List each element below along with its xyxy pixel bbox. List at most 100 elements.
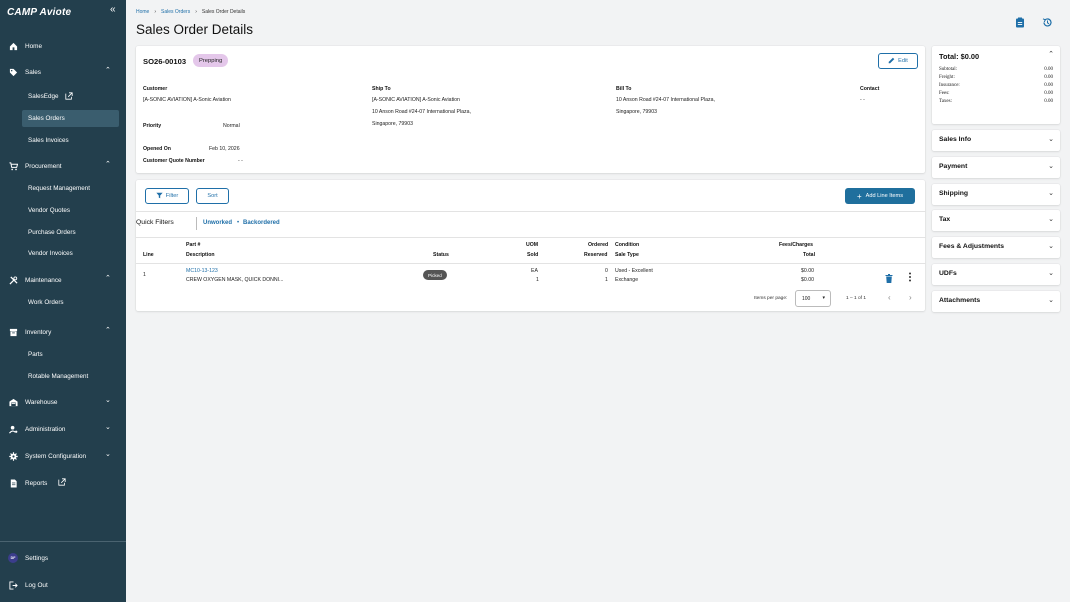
totals-row-fees: Fees: 0.00 — [939, 91, 1053, 96]
panel-title: Fees & Adjustments — [939, 243, 1005, 250]
cell-reserved: 1 — [605, 277, 608, 283]
sidebar-item-purchase-orders[interactable]: Purchase Orders — [22, 224, 119, 241]
sidebar-item-maintenance[interactable]: Maintenance ⌃ — [0, 271, 126, 289]
quick-filter-backordered[interactable]: Backordered — [243, 220, 280, 226]
sidebar-item-sales[interactable]: Sales ⌃ — [0, 63, 126, 81]
ship-to-line: Singapore, 79903 — [372, 121, 413, 127]
add-line-items-button[interactable]: + Add Line Items — [845, 188, 915, 204]
sidebar-item-warehouse[interactable]: Warehouse ⌄ — [0, 393, 126, 411]
page-title: Sales Order Details — [136, 22, 254, 37]
sidebar-item-label: SalesEdge — [28, 93, 59, 100]
totals-title: Total: $0.00 — [939, 52, 980, 61]
collapse-sidebar-icon[interactable]: « — [110, 4, 116, 15]
quick-filters-divider — [196, 217, 197, 230]
breadcrumb-chevron-icon: › — [195, 9, 197, 15]
sidebar-item-work-orders[interactable]: Work Orders — [22, 294, 119, 311]
sidebar-item-system-configuration[interactable]: System Configuration ⌄ — [0, 447, 126, 465]
sidebar-item-settings[interactable]: DF Settings — [0, 549, 126, 567]
sidebar-item-label: Parts — [28, 351, 43, 358]
chevron-up-icon: ⌃ — [105, 161, 111, 168]
panel-attachments[interactable]: Attachments ⌄ — [932, 291, 1060, 312]
ship-to-line: 10 Anson Road #24-07 International Plaza… — [372, 109, 471, 115]
previous-page-icon[interactable]: ‹ — [888, 293, 891, 302]
breadcrumb-home[interactable]: Home — [136, 9, 149, 15]
sidebar-item-inventory[interactable]: Inventory ⌃ — [0, 323, 126, 341]
sidebar-item-label: Vendor Invoices — [28, 250, 73, 257]
sidebar-item-logout[interactable]: Log Out — [0, 576, 126, 594]
sidebar-item-rotable-management[interactable]: Rotable Management — [22, 368, 119, 385]
chevron-down-icon: ⌄ — [1048, 216, 1054, 223]
sidebar-item-sales-orders[interactable]: Sales Orders — [22, 110, 119, 127]
add-line-items-label: Add Line Items — [865, 193, 903, 199]
cell-line: 1 — [143, 272, 146, 278]
sidebar-item-request-management[interactable]: Request Management — [22, 180, 119, 197]
column-header-uom: UOM — [526, 242, 539, 248]
chevron-up-icon: ⌃ — [105, 275, 111, 282]
sidebar-item-label: Warehouse — [25, 398, 58, 406]
sidebar-item-administration[interactable]: Administration ⌄ — [0, 420, 126, 438]
delete-icon[interactable] — [885, 270, 893, 288]
customer-quote-label: Customer Quote Number — [143, 158, 205, 164]
ship-to-label: Ship To — [372, 86, 391, 92]
breadcrumb: Home › Sales Orders › Sales Order Detail… — [136, 9, 245, 15]
panel-tax[interactable]: Tax ⌄ — [932, 210, 1060, 231]
sidebar-item-label: Log Out — [25, 581, 48, 589]
cell-part-link[interactable]: MC10-13-123 — [186, 268, 218, 274]
items-per-page-select[interactable]: 100 ▾ — [795, 290, 831, 307]
sidebar-item-reports[interactable]: Reports — [0, 474, 126, 492]
chevron-down-icon: ⌄ — [1048, 136, 1054, 143]
priority-value: Normal — [223, 123, 240, 129]
panel-title: Tax — [939, 216, 951, 223]
gear-icon — [8, 451, 18, 461]
sidebar-item-sales-invoices[interactable]: Sales Invoices — [22, 132, 119, 149]
sidebar-item-label: Rotable Management — [28, 373, 89, 380]
sidebar-item-label: Vendor Quotes — [28, 207, 71, 214]
pencil-icon — [888, 57, 895, 66]
logout-icon — [8, 580, 18, 590]
tag-icon — [8, 67, 18, 77]
sort-button[interactable]: Sort — [196, 188, 229, 204]
more-options-icon[interactable] — [908, 269, 912, 287]
totals-row-subtotal: Subtotal: 0.00 — [939, 67, 1053, 72]
breadcrumb-sales-orders[interactable]: Sales Orders — [161, 9, 190, 15]
clipboard-icon[interactable] — [1014, 16, 1026, 28]
sidebar-item-label: Sales — [25, 68, 41, 76]
external-link-icon — [65, 91, 74, 102]
admin-users-icon — [8, 424, 18, 434]
panel-title: Sales Info — [939, 136, 972, 143]
panel-udfs[interactable]: UDFs ⌄ — [932, 264, 1060, 285]
panel-payment[interactable]: Payment ⌄ — [932, 157, 1060, 178]
panel-title: Attachments — [939, 297, 981, 304]
sidebar-item-label: Sales Invoices — [28, 137, 69, 144]
history-icon[interactable] — [1041, 16, 1053, 28]
column-header-fees: Fees/Charges — [779, 242, 814, 248]
next-page-icon[interactable]: › — [909, 293, 912, 302]
filter-button[interactable]: Filter — [145, 188, 189, 204]
sidebar-item-home[interactable]: Home — [0, 37, 126, 55]
external-link-icon — [58, 478, 66, 488]
sidebar-item-vendor-invoices[interactable]: Vendor Invoices — [22, 245, 119, 262]
quick-filter-unworked[interactable]: Unworked — [203, 220, 232, 226]
cell-ordered: 0 — [605, 268, 608, 274]
panel-fees-adjustments[interactable]: Fees & Adjustments ⌄ — [932, 237, 1060, 258]
cell-condition: Used - Excellent — [615, 268, 653, 274]
chevron-up-icon[interactable]: ⌃ — [1048, 50, 1054, 58]
bill-to-line: Singapore, 79903 — [616, 109, 657, 115]
sidebar-item-label: Request Management — [28, 185, 90, 192]
totals-row-label: Fees: — [939, 91, 950, 96]
items-per-page-label: Items per page: — [754, 296, 788, 301]
panel-shipping[interactable]: Shipping ⌄ — [932, 184, 1060, 205]
sidebar-item-procurement[interactable]: Procurement ⌃ — [0, 157, 126, 175]
chevron-down-icon: ⌄ — [1048, 270, 1054, 277]
contact-label: Contact — [860, 86, 880, 92]
panel-sales-info[interactable]: Sales Info ⌄ — [932, 130, 1060, 151]
sidebar-item-salesedge[interactable]: SalesEdge — [22, 88, 119, 105]
edit-button[interactable]: Edit — [878, 53, 918, 69]
filter-icon — [156, 192, 163, 201]
sidebar-item-parts[interactable]: Parts — [22, 346, 119, 363]
sidebar-item-label: Procurement — [25, 162, 62, 170]
chevron-down-icon: ⌄ — [105, 451, 111, 458]
sidebar-item-vendor-quotes[interactable]: Vendor Quotes — [22, 202, 119, 219]
column-header-total: Total — [803, 252, 816, 258]
chevron-down-icon: ⌄ — [105, 397, 111, 404]
